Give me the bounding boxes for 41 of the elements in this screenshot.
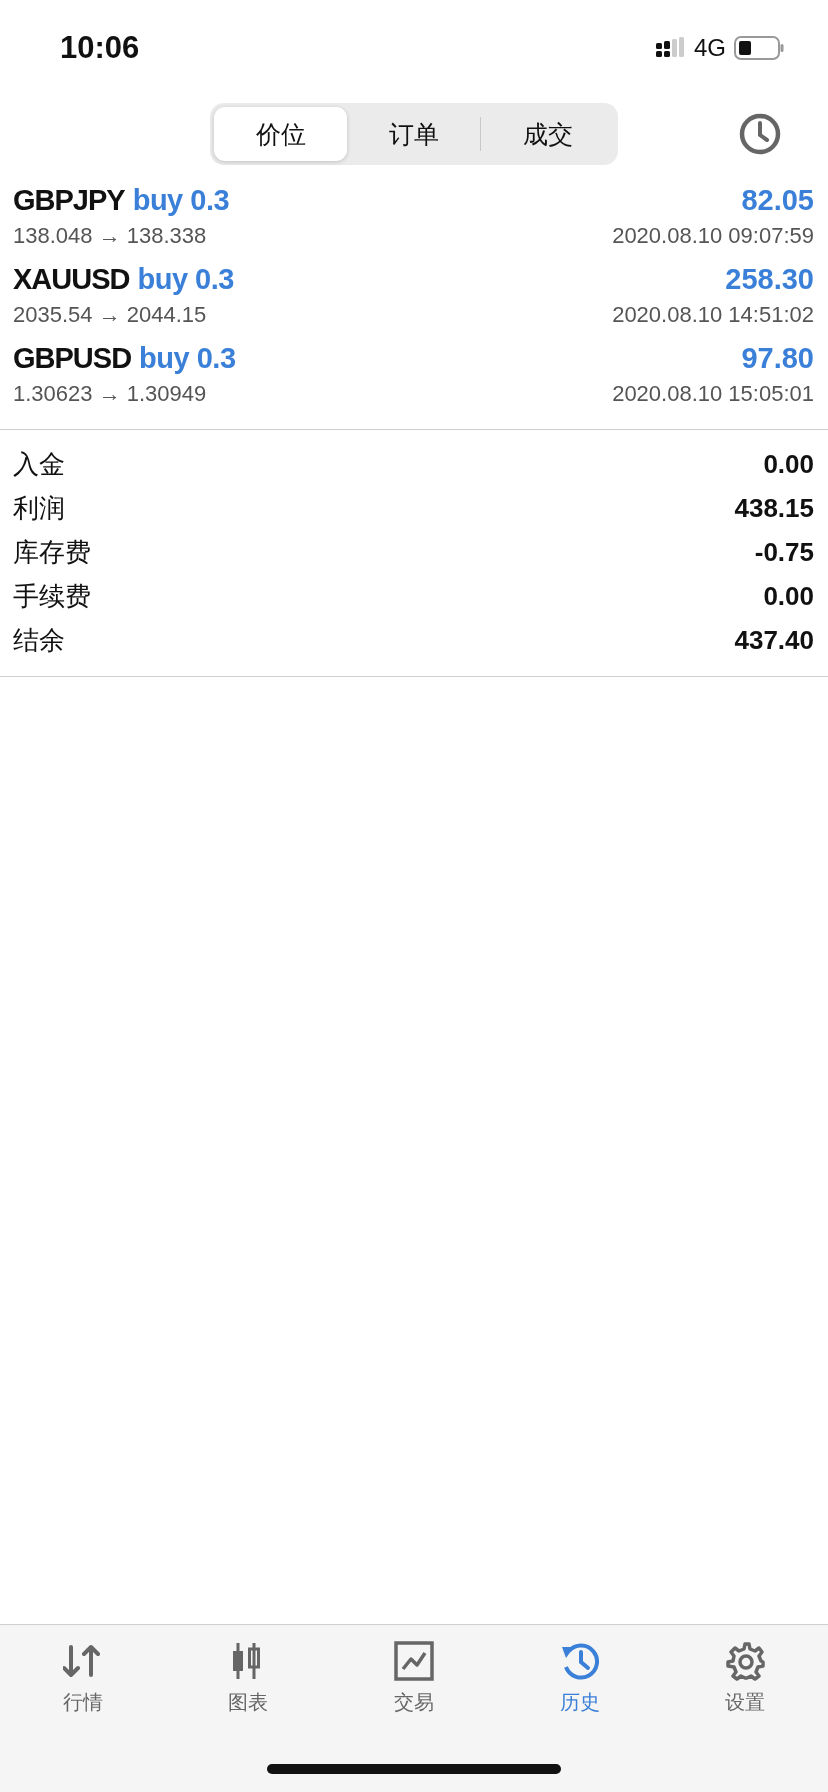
symbol-label: GBPUSD (13, 342, 132, 375)
order-label: buy 0.3 (139, 342, 236, 375)
clock-icon[interactable] (738, 112, 782, 156)
profit-value: 82.05 (741, 184, 814, 217)
battery-icon (734, 36, 784, 60)
segment-tab[interactable]: 订单 (347, 107, 480, 161)
price-range: 2035.54 → 2044.15 (13, 302, 207, 328)
signal-icon (656, 37, 686, 59)
tab-bar-item[interactable]: 行情 (0, 1641, 166, 1716)
status-time: 10:06 (60, 30, 140, 66)
segment-tab[interactable]: 价位 (214, 107, 347, 161)
summary-value: 438.15 (734, 492, 814, 524)
segment-tab[interactable]: 成交 (481, 107, 614, 161)
history-icon (559, 1641, 600, 1681)
summary-value: 0.00 (763, 448, 814, 480)
tab-bar-item[interactable]: 图表 (165, 1641, 332, 1716)
summary-label: 结余 (13, 623, 65, 657)
trade-time: 2020.08.10 14:51:02 (612, 302, 814, 328)
network-label: 4G (694, 34, 726, 62)
line-chart-icon (394, 1641, 434, 1681)
trade-time: 2020.08.10 09:07:59 (612, 223, 814, 249)
profit-value: 97.80 (741, 342, 814, 375)
summary-label: 入金 (13, 447, 65, 481)
summary-value: -0.75 (754, 536, 814, 568)
symbol-label: XAUUSD (13, 263, 130, 296)
tab-bar-item[interactable]: 设置 (662, 1641, 828, 1716)
tab-bar-item[interactable]: 交易 (331, 1641, 497, 1716)
settings-icon (725, 1641, 766, 1681)
profit-value: 258.30 (725, 263, 814, 296)
tab-bar-item[interactable]: 历史 (496, 1641, 663, 1716)
symbol-label: GBPJPY (13, 184, 125, 217)
order-label: buy 0.3 (137, 263, 234, 296)
summary-label: 手续费 (13, 579, 91, 613)
price-range: 1.30623 → 1.30949 (13, 381, 207, 407)
summary-label: 利润 (13, 491, 65, 525)
price-range: 138.048 → 138.338 (13, 223, 207, 249)
summary-value: 0.00 (763, 580, 814, 612)
trade-time: 2020.08.10 15:05:01 (612, 381, 814, 407)
summary-label: 库存费 (13, 535, 91, 569)
summary-value: 437.40 (734, 624, 814, 656)
order-label: buy 0.3 (132, 184, 230, 217)
